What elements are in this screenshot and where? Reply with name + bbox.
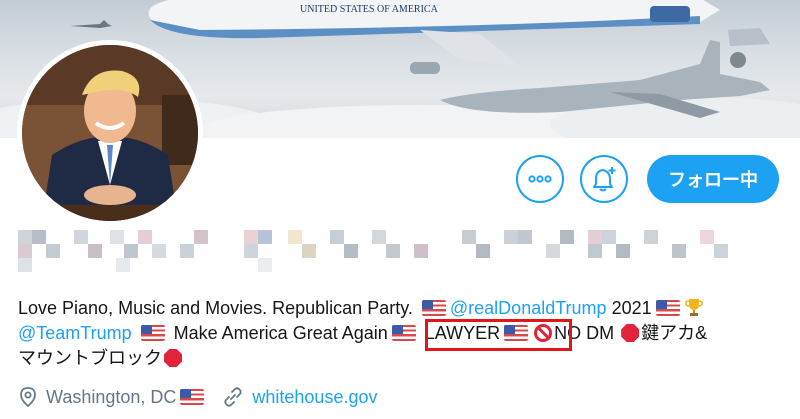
location-text: Washington, DC bbox=[46, 386, 177, 407]
bio-slogan: Make America Great Again bbox=[173, 323, 388, 343]
mention-link-teamtrump[interactable]: @TeamTrump bbox=[18, 323, 132, 343]
bio-lock-text: 鍵アカ& bbox=[641, 323, 708, 343]
following-button[interactable]: フォロー中 bbox=[647, 155, 779, 203]
profile-bio: Love Piano, Music and Movies. Republican… bbox=[18, 296, 788, 371]
stop-sign-icon bbox=[621, 324, 640, 342]
bio-line-1: Love Piano, Music and Movies. Republican… bbox=[18, 296, 788, 321]
us-flag-icon bbox=[180, 389, 205, 405]
bio-year: 2021 bbox=[611, 298, 652, 318]
more-options-button[interactable] bbox=[516, 155, 564, 203]
stop-sign-icon bbox=[164, 349, 182, 367]
bell-plus-icon bbox=[593, 167, 616, 192]
plane-lettering: UNITED STATES OF AMERICA bbox=[300, 4, 439, 15]
profile-avatar[interactable] bbox=[17, 40, 203, 226]
profile-meta: Washington, DC whitehouse.gov bbox=[18, 386, 377, 408]
website-link[interactable]: whitehouse.gov bbox=[252, 387, 377, 408]
notifications-button[interactable] bbox=[580, 155, 628, 203]
location-pin-icon bbox=[20, 387, 36, 408]
trophy-icon bbox=[684, 299, 703, 316]
avatar-photo bbox=[22, 45, 198, 221]
display-name-censored bbox=[18, 222, 778, 283]
bio-line-3: マウントブロック bbox=[18, 346, 788, 371]
more-dots-icon bbox=[528, 175, 552, 183]
us-flag-icon bbox=[655, 300, 680, 316]
bio-line-2: @TeamTrump Make America Great Again LAWY… bbox=[18, 321, 788, 346]
bio-text-intro: Love Piano, Music and Movies. Republican… bbox=[18, 298, 413, 318]
us-flag-icon bbox=[140, 325, 165, 341]
bio-mount-block: マウントブロック bbox=[18, 348, 162, 368]
highlight-box-annotation bbox=[425, 319, 572, 351]
us-flag-icon bbox=[421, 300, 446, 316]
link-icon bbox=[224, 387, 243, 407]
mention-link-realdonaldtrump[interactable]: @realDonaldTrump bbox=[450, 298, 607, 318]
us-flag-icon bbox=[391, 325, 416, 341]
